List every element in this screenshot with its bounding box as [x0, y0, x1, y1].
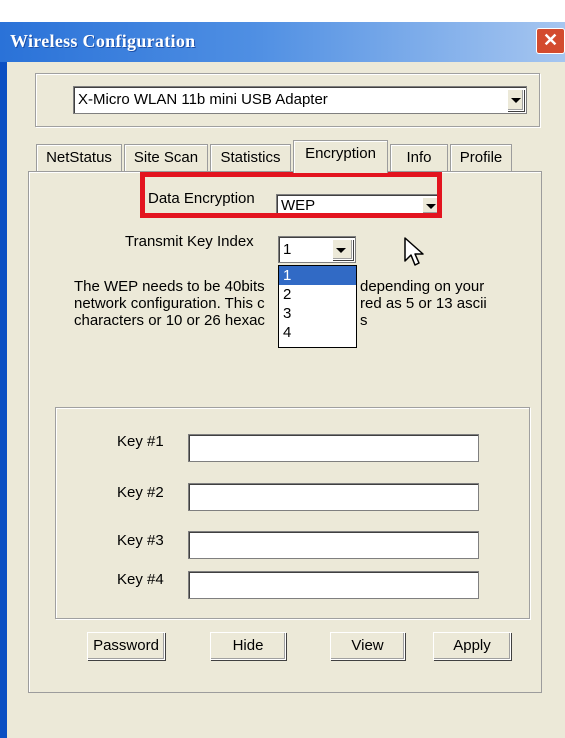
apply-button[interactable]: Apply	[433, 632, 511, 660]
tab-label: Info	[406, 149, 432, 166]
tab-profile[interactable]: Profile	[450, 144, 512, 171]
view-button[interactable]: View	[330, 632, 405, 660]
window-left-border	[0, 62, 7, 738]
transmit-key-index-label: Transmit Key Index	[125, 233, 254, 250]
highlight-annotation-box	[140, 172, 442, 218]
description-line: depending on your	[360, 278, 485, 295]
tab-netstatus[interactable]: NetStatus	[36, 144, 122, 171]
transmit-key-index-select[interactable]: 1	[278, 236, 356, 263]
chevron-down-icon[interactable]	[332, 239, 353, 260]
transmit-key-index-value: 1	[283, 241, 292, 258]
tab-info[interactable]: Info	[390, 144, 448, 171]
tab-label: Statistics	[220, 149, 281, 166]
chevron-down-icon[interactable]	[507, 89, 524, 111]
key-index-option-3[interactable]: 3	[279, 304, 356, 323]
adapter-select-value: X-Micro WLAN 11b mini USB Adapter	[78, 91, 328, 108]
key-index-option-1[interactable]: 1	[279, 266, 356, 285]
key-index-dropdown-list[interactable]: 1 2 3 4	[278, 265, 357, 348]
mouse-pointer-icon	[404, 237, 424, 266]
tab-statistics[interactable]: Statistics	[210, 144, 291, 171]
password-button[interactable]: Password	[87, 632, 165, 660]
tab-label: Site Scan	[133, 149, 199, 166]
key-2-label: Key #2	[117, 484, 164, 501]
key-1-label: Key #1	[117, 433, 164, 450]
adapter-select[interactable]: X-Micro WLAN 11b mini USB Adapter	[73, 86, 527, 114]
key-index-option-2[interactable]: 2	[279, 285, 356, 304]
tab-encryption[interactable]: Encryption	[293, 140, 388, 173]
description-line: s	[360, 312, 368, 329]
window-title: Wireless Configuration	[10, 31, 196, 51]
key-3-label: Key #3	[117, 532, 164, 549]
close-button[interactable]: ✕	[536, 28, 565, 54]
key-4-field[interactable]	[188, 571, 479, 599]
wep-description-right: depending on your red as 5 or 13 ascii s	[360, 278, 510, 329]
key-1-field[interactable]	[188, 434, 479, 462]
description-line: red as 5 or 13 ascii	[360, 295, 487, 312]
tab-label: NetStatus	[46, 149, 112, 166]
screen-top-margin	[0, 0, 565, 22]
key-index-option-4[interactable]: 4	[279, 323, 356, 342]
key-3-field[interactable]	[188, 531, 479, 559]
wireless-config-window: Wireless Configuration ✕ X-Micro WLAN 11…	[0, 0, 565, 738]
tab-site-scan[interactable]: Site Scan	[124, 144, 208, 171]
hide-button[interactable]: Hide	[210, 632, 286, 660]
tab-label: Profile	[459, 149, 503, 166]
key-2-field[interactable]	[188, 483, 479, 511]
tab-label: Encryption	[305, 145, 376, 162]
title-bar[interactable]: Wireless Configuration	[0, 22, 565, 62]
key-4-label: Key #4	[117, 571, 164, 588]
